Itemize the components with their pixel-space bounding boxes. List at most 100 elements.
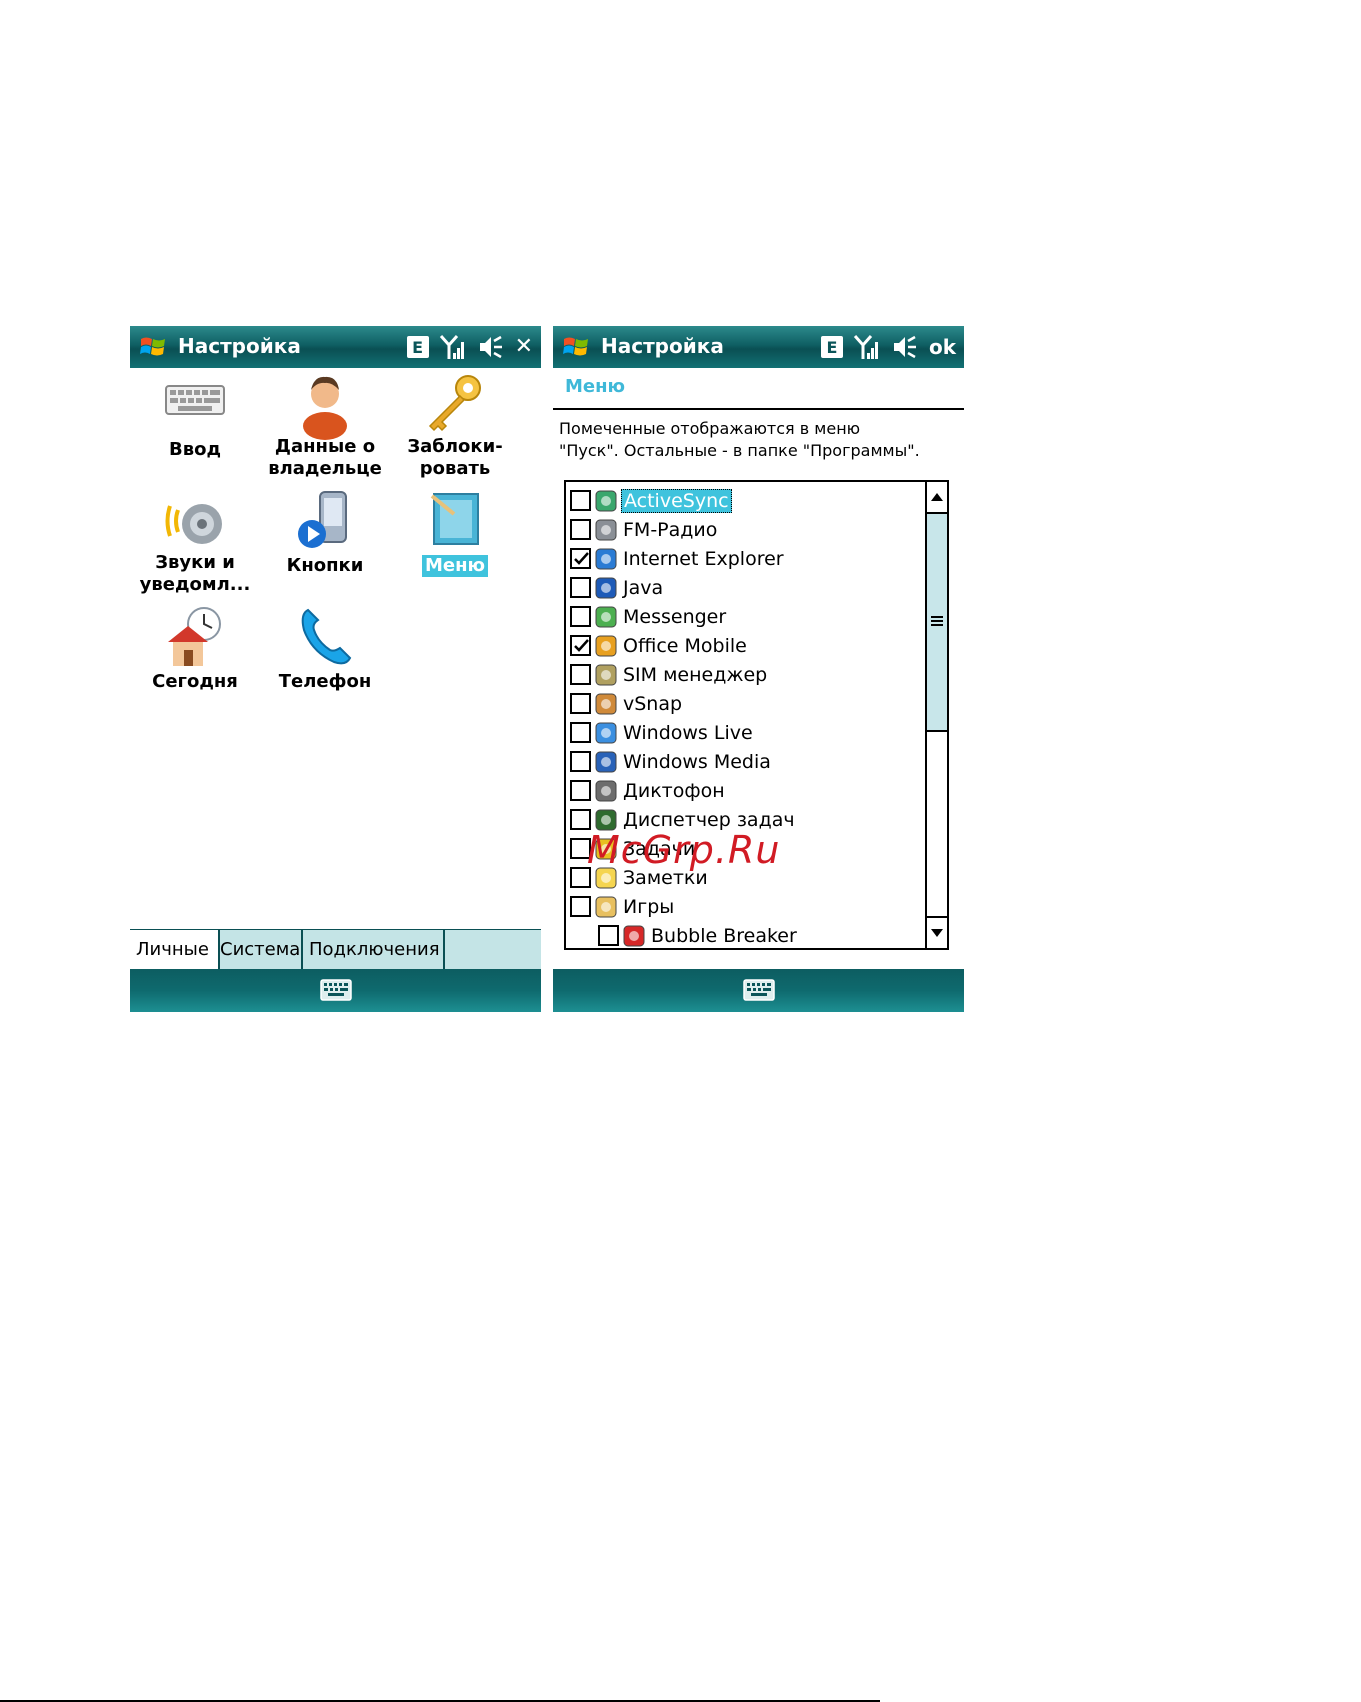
messenger-icon bbox=[595, 606, 617, 627]
vsnap-icon bbox=[595, 693, 617, 714]
list-item-label: FM-Радио bbox=[623, 518, 718, 541]
checkbox[interactable] bbox=[570, 577, 591, 598]
title-bar: Настройка E ✕ bbox=[130, 326, 541, 368]
list-item[interactable]: Office Mobile bbox=[570, 631, 749, 660]
today-icon bbox=[168, 607, 221, 666]
windows-start-icon[interactable] bbox=[561, 332, 591, 362]
list-item[interactable]: Windows Live bbox=[570, 718, 755, 747]
item-label: Сегодня bbox=[152, 671, 238, 692]
checkmark-icon bbox=[574, 639, 589, 652]
list-item[interactable]: Internet Explorer bbox=[570, 544, 786, 573]
list-item[interactable]: SIM менеджер bbox=[570, 660, 769, 689]
settings-item-input[interactable]: Ввод bbox=[130, 370, 260, 461]
windows-media-icon bbox=[595, 751, 617, 772]
list-item[interactable]: Windows Media bbox=[570, 747, 773, 776]
windows-start-icon[interactable] bbox=[138, 332, 168, 362]
checkbox[interactable] bbox=[570, 490, 591, 511]
input-panel-keyboard-icon[interactable] bbox=[319, 979, 352, 1001]
close-button[interactable]: ✕ bbox=[515, 332, 533, 362]
checkbox[interactable] bbox=[570, 548, 591, 569]
title-bar: Настройка E ok bbox=[553, 326, 964, 368]
activesync-icon bbox=[595, 490, 617, 511]
java-icon bbox=[595, 577, 617, 598]
list-item-label: ActiveSync bbox=[621, 488, 732, 513]
scroll-down-button[interactable] bbox=[927, 916, 947, 948]
page-title: Меню bbox=[565, 376, 626, 397]
windows-live-icon bbox=[595, 722, 617, 743]
list-item-label: Java bbox=[623, 576, 664, 599]
input-panel-keyboard-icon[interactable] bbox=[742, 979, 775, 1001]
speaker-icon[interactable] bbox=[477, 333, 505, 361]
list-item[interactable]: ActiveSync bbox=[570, 486, 732, 515]
office-mobile-icon bbox=[595, 635, 617, 656]
checkbox[interactable] bbox=[570, 519, 591, 540]
scroll-up-button[interactable] bbox=[927, 482, 947, 514]
softkey-bar bbox=[553, 969, 964, 1012]
signal-strength-icon[interactable] bbox=[439, 333, 467, 361]
owner-info-icon bbox=[303, 376, 347, 440]
list-item[interactable]: Диктофон bbox=[570, 776, 727, 805]
heading-divider bbox=[553, 408, 964, 410]
checkbox[interactable] bbox=[570, 780, 591, 801]
arrow-down-icon bbox=[931, 929, 943, 937]
item-label: Данные о владельце bbox=[268, 436, 382, 479]
checkbox[interactable] bbox=[570, 664, 591, 685]
voice-recorder-icon bbox=[595, 780, 617, 801]
item-label: Кнопки bbox=[286, 555, 364, 576]
item-label: Звуки и уведомл... bbox=[139, 552, 251, 595]
checkbox[interactable] bbox=[570, 896, 591, 917]
tab-connections[interactable]: Подключения bbox=[303, 930, 445, 970]
checkbox[interactable] bbox=[570, 635, 591, 656]
scroll-thumb[interactable] bbox=[927, 514, 947, 732]
list-item-label: vSnap bbox=[623, 692, 683, 715]
settings-item-buttons[interactable]: Кнопки bbox=[260, 486, 390, 577]
checkbox[interactable] bbox=[570, 693, 591, 714]
list-item-label: Windows Media bbox=[623, 750, 771, 773]
tab-bar: Личные Система Подключения bbox=[130, 929, 541, 970]
softkey-bar bbox=[130, 969, 541, 1012]
checkbox[interactable] bbox=[570, 809, 591, 830]
ok-button[interactable]: ok bbox=[929, 332, 956, 362]
settings-item-lock[interactable]: Заблоки- ровать bbox=[390, 370, 520, 480]
settings-item-owner-info[interactable]: Данные о владельце bbox=[260, 370, 390, 480]
tab-personal[interactable]: Личные bbox=[130, 930, 220, 970]
item-label: Меню bbox=[421, 555, 489, 577]
speaker-icon[interactable] bbox=[891, 333, 919, 361]
item-label: Ввод bbox=[168, 439, 221, 460]
list-item[interactable]: Игры bbox=[570, 892, 676, 921]
phone-icon bbox=[301, 608, 352, 665]
checkbox[interactable] bbox=[598, 925, 619, 946]
scrollbar[interactable] bbox=[925, 482, 947, 948]
sim-manager-icon bbox=[595, 664, 617, 685]
list-item-label: Bubble Breaker bbox=[651, 924, 797, 947]
menu-icon bbox=[430, 493, 479, 545]
window-title: Настройка bbox=[178, 334, 301, 358]
list-item-label: Internet Explorer bbox=[623, 547, 784, 570]
buttons-icon bbox=[298, 491, 347, 548]
list-item[interactable]: Messenger bbox=[570, 602, 728, 631]
settings-menu-screen: Настройка E ok Меню Помеченные отображаю… bbox=[553, 326, 964, 1012]
settings-item-sounds[interactable]: Звуки и уведомл... bbox=[130, 486, 260, 596]
tab-system[interactable]: Система bbox=[214, 930, 303, 970]
list-item[interactable]: vSnap bbox=[570, 689, 684, 718]
checkbox[interactable] bbox=[570, 606, 591, 627]
settings-personal-screen: Настройка E ✕ Ввод Данные о владельце За… bbox=[130, 326, 541, 1012]
list-item-label: Messenger bbox=[623, 605, 727, 628]
list-item-label: Игры bbox=[623, 895, 675, 918]
edge-network-icon: E bbox=[820, 336, 843, 358]
internet-explorer-icon bbox=[595, 548, 617, 569]
bubble-breaker-icon bbox=[623, 925, 645, 946]
settings-item-menu[interactable]: Меню bbox=[390, 486, 520, 577]
list-item-label: SIM менеджер bbox=[623, 663, 768, 686]
list-item-label: Windows Live bbox=[623, 721, 753, 744]
signal-strength-icon[interactable] bbox=[853, 333, 881, 361]
checkbox[interactable] bbox=[570, 722, 591, 743]
checkbox[interactable] bbox=[570, 751, 591, 772]
list-item[interactable]: Java bbox=[570, 573, 665, 602]
keyboard-icon bbox=[165, 385, 225, 415]
list-item[interactable]: Bubble Breaker bbox=[598, 921, 799, 950]
settings-item-today[interactable]: Сегодня bbox=[130, 602, 260, 693]
list-item[interactable]: FM-Радио bbox=[570, 515, 719, 544]
settings-item-phone[interactable]: Телефон bbox=[260, 602, 390, 693]
program-checklist[interactable]: ActiveSync FM-Радио Internet Explorer Java M… bbox=[564, 480, 949, 950]
